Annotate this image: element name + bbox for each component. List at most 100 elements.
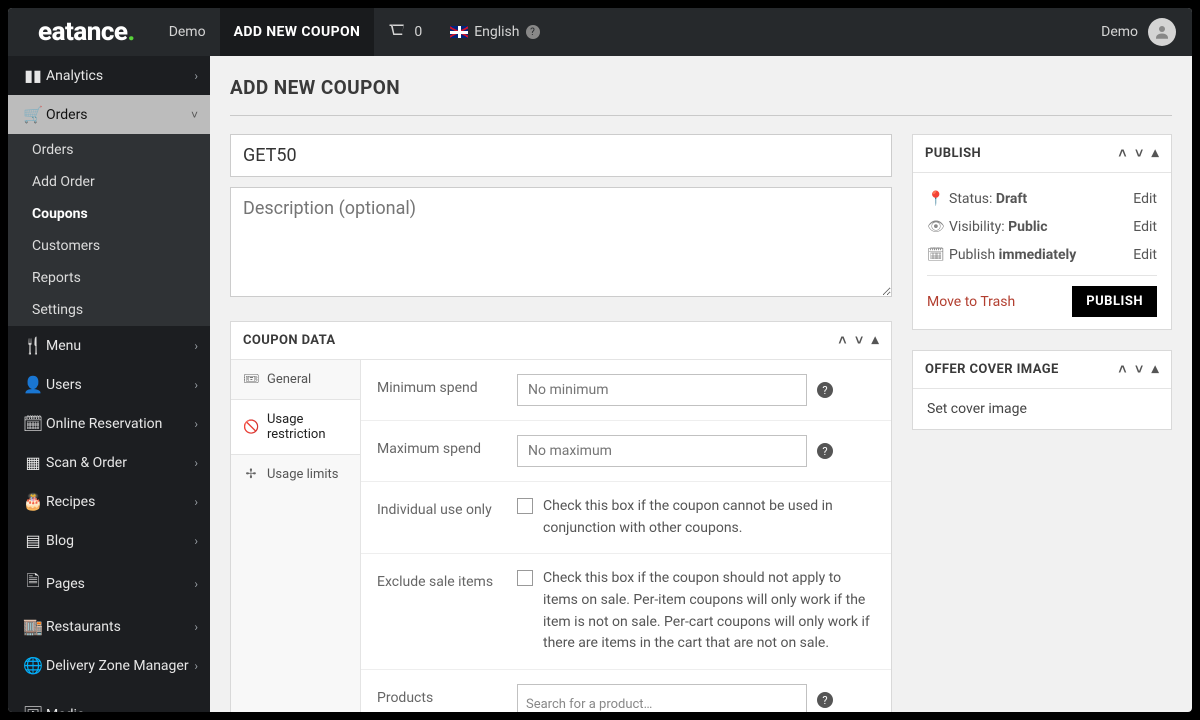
sidebar-item-orders[interactable]: 🛒Orders˅ — [8, 95, 210, 134]
tab-usage-limits[interactable]: ✢ Usage limits — [231, 455, 360, 494]
chevron-right-icon: › — [194, 577, 198, 591]
calendar-icon: 🗓 — [20, 414, 46, 433]
sidebar-item-label: Users — [46, 377, 82, 393]
individual-use-label: Individual use only — [377, 496, 517, 518]
globe-icon: 🌐 — [20, 656, 46, 675]
edit-schedule-link[interactable]: Edit — [1133, 247, 1157, 263]
chevron-right-icon: › — [194, 659, 198, 673]
sidebar-subitem-orders[interactable]: Orders — [8, 134, 210, 166]
exclude-sale-text: Check this box if the coupon should not … — [543, 568, 875, 655]
brand-dot: . — [127, 17, 134, 47]
chevron-up-icon[interactable]: ˄ — [838, 332, 847, 349]
publish-status-row: 📍 Status: Draft Edit — [927, 185, 1157, 213]
chevron-up-icon[interactable]: ˄ — [1118, 145, 1127, 162]
edit-status-link[interactable]: Edit — [1133, 191, 1157, 207]
sidebar-item-media[interactable]: 🖼Media› — [8, 695, 210, 712]
sidebar-item-label: Analytics — [46, 68, 103, 84]
panel-header: PUBLISH ˄ ˅ ▴ — [913, 135, 1171, 172]
chevron-down-icon[interactable]: ˅ — [1135, 361, 1144, 378]
chevron-up-icon[interactable]: ˄ — [1118, 361, 1127, 378]
sidebar-item-menu[interactable]: 🍴Menu › — [8, 326, 210, 365]
sidebar-subitem-reports[interactable]: Reports — [8, 262, 210, 294]
prohibited-icon: 🚫 — [243, 420, 259, 435]
cake-icon: 🎂 — [20, 492, 46, 511]
sidebar-item-delivery-zone-manager[interactable]: 🌐Delivery Zone Manager › — [8, 646, 210, 685]
products-select[interactable]: Search for a product… — [517, 684, 807, 712]
sidebar-item-analytics[interactable]: ▮▮Analytics› — [8, 56, 210, 95]
app-root: eatance. Demo ADD NEW COUPON 0 English ?… — [8, 8, 1192, 712]
sidebar-item-pages[interactable]: 🗎Pages› — [8, 560, 210, 607]
main: ADD NEW COUPON COUPON DATA ˄ ˅ ▴ — [210, 56, 1192, 712]
triangle-up-icon[interactable]: ▴ — [1152, 361, 1159, 378]
triangle-up-icon[interactable]: ▴ — [1152, 145, 1159, 162]
min-spend-label: Minimum spend — [377, 374, 517, 396]
cart-count: 0 — [414, 24, 422, 40]
brand-logo[interactable]: eatance. — [8, 17, 155, 47]
users-icon: 👤 — [20, 375, 46, 394]
help-icon[interactable]: ? — [817, 692, 833, 708]
panel-header: OFFER COVER IMAGE ˄ ˅ ▴ — [913, 351, 1171, 388]
move-to-trash-link[interactable]: Move to Trash — [927, 294, 1015, 310]
topnav-active-page[interactable]: ADD NEW COUPON — [220, 8, 375, 56]
individual-use-text: Check this box if the coupon cannot be u… — [543, 496, 875, 539]
chevron-right-icon: › — [194, 620, 198, 634]
flag-uk-icon — [450, 26, 468, 38]
sidebar-item-blog[interactable]: ▤Blog› — [8, 521, 210, 560]
help-icon[interactable]: ? — [817, 443, 833, 459]
chevron-down-icon[interactable]: ˅ — [855, 332, 864, 349]
sidebar-item-label: Recipes — [46, 494, 95, 510]
publish-button[interactable]: PUBLISH — [1072, 286, 1157, 317]
exclude-sale-label: Exclude sale items — [377, 568, 517, 590]
sidebar-subitem-coupons[interactable]: Coupons — [8, 198, 210, 230]
body: ▮▮Analytics›🛒Orders˅OrdersAdd OrderCoupo… — [8, 56, 1192, 712]
products-label: Products — [377, 684, 517, 706]
edit-visibility-link[interactable]: Edit — [1133, 219, 1157, 235]
sidebar-item-label: Online Reservation — [46, 416, 162, 432]
chevron-down-icon[interactable]: ˅ — [1135, 145, 1144, 162]
sidebar-subitem-settings[interactable]: Settings — [8, 294, 210, 326]
set-cover-image-link[interactable]: Set cover image — [927, 401, 1027, 417]
individual-use-checkbox[interactable] — [517, 498, 533, 514]
sidebar-item-label: Pages — [46, 576, 85, 592]
topnav-cart[interactable]: 0 — [374, 8, 436, 56]
max-spend-label: Maximum spend — [377, 435, 517, 457]
sidebar-subitem-customers[interactable]: Customers — [8, 230, 210, 262]
publish-panel: PUBLISH ˄ ˅ ▴ 📍 Status: Draft Ed — [912, 134, 1172, 330]
triangle-up-icon[interactable]: ▴ — [872, 332, 879, 349]
sidebar-item-scan-order[interactable]: ▦Scan & Order› — [8, 443, 210, 482]
analytics-icon: ▮▮ — [20, 66, 46, 85]
sidebar-item-label: Menu — [46, 338, 81, 354]
sidebar-subitem-add-order[interactable]: Add Order — [8, 166, 210, 198]
chevron-right-icon: › — [194, 339, 198, 353]
coupon-data-form: Minimum spend ? Maximum spend — [361, 360, 891, 712]
exclude-sale-checkbox[interactable] — [517, 570, 533, 586]
topnav-demo[interactable]: Demo — [155, 8, 220, 56]
help-icon[interactable]: ? — [817, 382, 833, 398]
sidebar-item-label: Scan & Order — [46, 455, 127, 471]
topbar: eatance. Demo ADD NEW COUPON 0 English ?… — [8, 8, 1192, 56]
tab-usage-restriction[interactable]: 🚫 Usage restriction — [231, 400, 360, 455]
sidebar-item-label: Restaurants — [46, 619, 121, 635]
sidebar-item-online-reservation[interactable]: 🗓Online Reservation› — [8, 404, 210, 443]
divider — [230, 115, 1172, 116]
topnav-user[interactable]: Demo — [1087, 8, 1138, 56]
max-spend-input[interactable] — [517, 435, 807, 467]
sidebar-item-restaurants[interactable]: 🏬Restaurants› — [8, 607, 210, 646]
tab-general[interactable]: 🎟 General — [231, 360, 360, 400]
sidebar: ▮▮Analytics›🛒Orders˅OrdersAdd OrderCoupo… — [8, 56, 210, 712]
qr-icon: ▦ — [20, 453, 46, 472]
coupon-description-input[interactable] — [230, 187, 892, 297]
min-spend-input[interactable] — [517, 374, 807, 406]
sidebar-item-users[interactable]: 👤Users› — [8, 365, 210, 404]
coupon-code-input[interactable] — [230, 134, 892, 177]
sidebar-item-label: Delivery Zone Manager — [46, 658, 189, 674]
menu-icon: 🍴 — [20, 336, 46, 355]
sidebar-item-recipes[interactable]: 🎂Recipes › — [8, 482, 210, 521]
eye-icon: 👁 — [927, 219, 949, 235]
cart-icon — [388, 23, 406, 41]
chevron-right-icon: › — [194, 495, 198, 509]
user-avatar-icon[interactable] — [1148, 18, 1176, 46]
topnav-language[interactable]: English ? — [436, 8, 553, 56]
panel-header: COUPON DATA ˄ ˅ ▴ — [231, 322, 891, 359]
move-icon: ✢ — [243, 467, 259, 482]
